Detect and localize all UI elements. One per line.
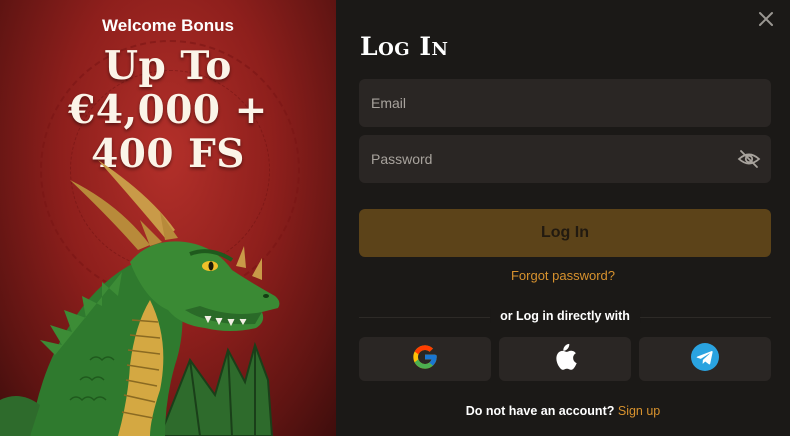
apple-login-button[interactable] bbox=[499, 337, 631, 381]
login-title: Log In bbox=[360, 32, 449, 61]
google-login-button[interactable] bbox=[359, 337, 491, 381]
promo-headline-line-2: €4,000 + bbox=[68, 87, 268, 133]
login-form-panel: Log In Log In Forgot password? or Log in… bbox=[336, 0, 790, 436]
password-field[interactable] bbox=[359, 135, 771, 183]
telegram-login-button[interactable] bbox=[639, 337, 771, 381]
signup-prompt: Do not have an account? bbox=[465, 404, 615, 418]
login-modal: Welcome Bonus Up To €4,000 + 400 FS Log … bbox=[0, 0, 790, 436]
telegram-icon bbox=[691, 343, 719, 375]
promo-panel: Welcome Bonus Up To €4,000 + 400 FS bbox=[0, 0, 336, 436]
close-icon[interactable] bbox=[755, 8, 777, 30]
promo-eyebrow: Welcome Bonus bbox=[102, 16, 234, 35]
email-field[interactable] bbox=[359, 79, 771, 127]
forgot-password-link[interactable]: Forgot password? bbox=[336, 268, 790, 283]
social-divider: or Log in directly with bbox=[359, 309, 771, 327]
login-button[interactable]: Log In bbox=[359, 209, 771, 257]
signup-link[interactable]: Sign up bbox=[618, 404, 660, 418]
apple-icon bbox=[552, 343, 578, 375]
email-field-container bbox=[359, 79, 771, 127]
dragon-illustration bbox=[0, 160, 280, 436]
social-divider-label: or Log in directly with bbox=[490, 309, 640, 323]
promo-headline-line-1: Up To bbox=[104, 43, 232, 89]
eye-off-icon[interactable] bbox=[737, 147, 761, 171]
password-field-container bbox=[359, 135, 771, 183]
google-icon bbox=[411, 343, 439, 375]
signup-row: Do not have an account? Sign up bbox=[336, 404, 790, 418]
